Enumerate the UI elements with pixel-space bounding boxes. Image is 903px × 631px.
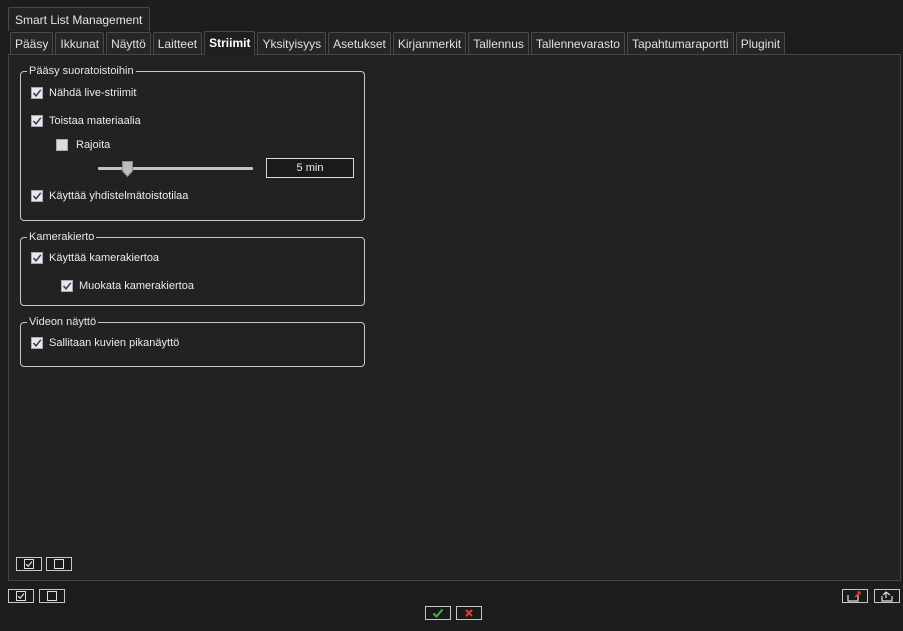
import-icon xyxy=(881,590,893,602)
tab-naytto[interactable]: Näyttö xyxy=(106,32,151,54)
window-tab-label: Smart List Management xyxy=(15,13,143,27)
edit-tour-checkbox[interactable] xyxy=(61,280,73,292)
settings-window: Smart List Management Pääsy Ikkunat Näyt… xyxy=(0,0,903,631)
tab-label: Yksityisyys xyxy=(262,37,322,51)
tab-paasy[interactable]: Pääsy xyxy=(10,32,54,54)
tab-ikkunat[interactable]: Ikkunat xyxy=(55,32,105,54)
limit-option[interactable]: Rajoita xyxy=(56,139,110,151)
tab-label: Laitteet xyxy=(157,37,198,51)
use-tour-label: Käyttää kamerakiertoa xyxy=(49,252,160,264)
tab-label: Kirjanmerkit xyxy=(397,37,462,51)
limit-checkbox[interactable] xyxy=(56,139,68,151)
tab-label: Tapahtumaraportti xyxy=(631,37,729,51)
checkbox-empty-icon xyxy=(54,559,64,569)
check-all-button[interactable] xyxy=(8,589,34,603)
window-tab-smart-list-management[interactable]: Smart List Management xyxy=(8,7,150,31)
tab-tallennevarasto[interactable]: Tallennevarasto xyxy=(530,32,625,54)
group-title: Pääsy suoratoistoihin xyxy=(29,65,134,77)
tab-label: Tallennevarasto xyxy=(535,37,620,51)
view-live-option[interactable]: Nähdä live-striimit xyxy=(31,87,136,99)
tab-label: Tallennus xyxy=(473,37,524,51)
combined-playback-checkbox[interactable] xyxy=(31,190,43,202)
combined-playback-label: Käyttää yhdistelmätoistotilaa xyxy=(49,190,189,202)
tab-strip: Pääsy Ikkunat Näyttö Laitteet Striimit Y… xyxy=(10,31,787,55)
use-tour-option[interactable]: Käyttää kamerakiertoa xyxy=(31,252,159,264)
tab-label: Pääsy xyxy=(15,37,49,51)
striimit-panel: Pääsy suoratoistoihin Nähdä live-striimi… xyxy=(8,54,901,581)
ok-button[interactable] xyxy=(425,606,451,620)
quick-view-checkbox[interactable] xyxy=(31,337,43,349)
checkmark-icon xyxy=(432,608,444,618)
view-live-checkbox[interactable] xyxy=(31,87,43,99)
limit-value-text: 5 min xyxy=(296,162,324,174)
slider-thumb-icon[interactable] xyxy=(122,161,133,177)
checkbox-checked-icon xyxy=(24,559,34,569)
group-title: Kamerakierto xyxy=(29,231,95,243)
view-live-label: Nähdä live-striimit xyxy=(49,87,137,99)
edit-tour-label: Muokata kamerakiertoa xyxy=(79,280,194,292)
playback-checkbox[interactable] xyxy=(31,115,43,127)
checkbox-checked-icon xyxy=(16,591,26,601)
checkbox-empty-icon xyxy=(47,591,57,601)
close-icon xyxy=(465,609,473,617)
combined-playback-option[interactable]: Käyttää yhdistelmätoistotilaa xyxy=(31,190,188,202)
use-tour-checkbox[interactable] xyxy=(31,252,43,264)
panel-check-all-button[interactable] xyxy=(16,557,42,571)
tab-yksityisyys[interactable]: Yksityisyys xyxy=(257,32,327,54)
quick-view-option[interactable]: Sallitaan kuvien pikanäyttö xyxy=(31,337,179,349)
tab-laitteet[interactable]: Laitteet xyxy=(152,32,203,54)
tab-label: Pluginit xyxy=(740,37,781,51)
tab-label: Striimit xyxy=(209,36,251,50)
tab-pluginit[interactable]: Pluginit xyxy=(735,32,786,54)
edit-tour-option[interactable]: Muokata kamerakiertoa xyxy=(61,280,194,292)
panel-uncheck-all-button[interactable] xyxy=(46,557,72,571)
tab-kirjanmerkit[interactable]: Kirjanmerkit xyxy=(392,32,467,54)
export-icon xyxy=(847,590,861,602)
limit-value-field[interactable]: 5 min xyxy=(266,158,354,178)
import-button[interactable] xyxy=(874,589,900,603)
playback-label: Toistaa materiaalia xyxy=(49,115,141,127)
export-button[interactable] xyxy=(842,589,868,603)
tab-label: Ikkunat xyxy=(60,37,100,51)
tab-label: Näyttö xyxy=(111,37,146,51)
uncheck-all-button[interactable] xyxy=(39,589,65,603)
limit-label: Rajoita xyxy=(76,139,111,151)
tab-striimit[interactable]: Striimit xyxy=(204,31,256,55)
tab-tallennus[interactable]: Tallennus xyxy=(468,32,529,54)
playback-option[interactable]: Toistaa materiaalia xyxy=(31,115,141,127)
group-camera-tour: Kamerakierto xyxy=(20,231,365,306)
group-title: Videon näyttö xyxy=(29,316,97,328)
limit-slider[interactable] xyxy=(98,161,253,177)
cancel-button[interactable] xyxy=(456,606,482,620)
tab-label: Asetukset xyxy=(333,37,386,51)
tab-asetukset[interactable]: Asetukset xyxy=(328,32,391,54)
tab-tapahtumaraportti[interactable]: Tapahtumaraportti xyxy=(626,32,734,54)
quick-view-label: Sallitaan kuvien pikanäyttö xyxy=(49,337,180,349)
